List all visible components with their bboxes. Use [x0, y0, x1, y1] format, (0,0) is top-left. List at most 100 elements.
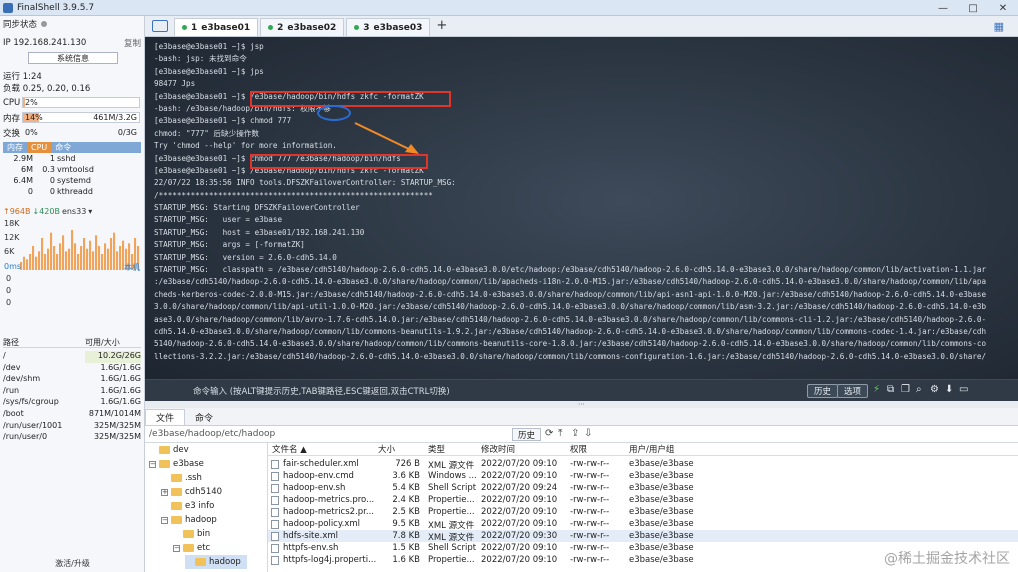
minimize-button[interactable]: —	[928, 0, 958, 16]
disk-usage: 871M/1014M	[88, 409, 141, 418]
copy-ip-link[interactable]: 复制	[124, 37, 141, 49]
maximize-button[interactable]: □	[958, 0, 988, 16]
tab-files[interactable]: 文件	[145, 409, 186, 425]
col-type[interactable]: 类型	[428, 443, 445, 455]
collapse-icon[interactable]: −	[173, 544, 180, 552]
latency-label: 0ms	[4, 262, 22, 271]
collapse-icon[interactable]: −	[161, 516, 168, 524]
file-row[interactable]: hadoop-policy.xml 9.5 KB XML 源文件 2022/07/20…	[268, 518, 1018, 531]
lightning-icon[interactable]: ⚡	[873, 384, 880, 395]
disk-row: /run/user/1001 325M/325M	[3, 421, 141, 433]
cmd-history-button[interactable]: 历史	[807, 384, 839, 398]
process-cpu: 0	[49, 176, 55, 185]
maximize-terminal-icon[interactable]: ▭	[959, 384, 968, 395]
terminal-line: ase3.0.0/share/hadoop/common/lib/avro-1.…	[154, 314, 987, 324]
process-row[interactable]: 2.9M 1 sshd	[3, 154, 141, 164]
tree-item-hadoop[interactable]: − hadoop	[161, 513, 217, 527]
col-size[interactable]: 大小	[378, 443, 395, 455]
search-icon[interactable]: ⌕	[916, 384, 922, 395]
net-chart-bar	[47, 248, 50, 270]
net-chart-bar	[98, 246, 101, 270]
col-permission[interactable]: 权限	[570, 443, 587, 455]
proc-col-cmd[interactable]: 命令	[51, 142, 75, 153]
col-mtime[interactable]: 修改时间	[481, 443, 515, 455]
tree-item-.ssh[interactable]: .ssh	[161, 471, 202, 485]
upload-icon[interactable]: ⇪	[571, 428, 579, 439]
tree-item-e3base[interactable]: − e3base	[149, 457, 204, 471]
download-file-icon[interactable]: ⇩	[584, 428, 592, 439]
file-name: hadoop-env.sh	[283, 483, 346, 493]
new-tab-icon[interactable]: +	[436, 18, 447, 33]
file-row[interactable]: hadoop-env.cmd 3.6 KB Windows ... 2022/07/2…	[268, 470, 1018, 482]
refresh-icon[interactable]: ⟳	[545, 428, 553, 439]
paste-icon[interactable]: ❐	[901, 384, 910, 395]
gear-icon[interactable]: ⚙	[930, 384, 939, 395]
file-permission: -rw-rw-r--	[570, 495, 610, 505]
net-chart-bar	[65, 251, 68, 270]
file-row[interactable]: hadoop-metrics2.pr... 2.5 KB Propertie... 2…	[268, 506, 1018, 518]
tree-item-etc[interactable]: − etc	[173, 541, 210, 555]
tree-item-cdh5140[interactable]: + cdh5140	[161, 485, 222, 499]
highlight-box-format-command	[250, 91, 451, 107]
file-row[interactable]: hadoop-env.sh 5.4 KB Shell Script 2022/07/2…	[268, 482, 1018, 494]
path-history-button[interactable]: 历史	[512, 428, 542, 441]
net-chart-bar	[62, 235, 65, 270]
window-title: FinalShell 3.9.5.7	[17, 2, 95, 13]
collapse-icon[interactable]: −	[149, 460, 156, 468]
command-input-bar[interactable]: 命令输入 (按ALT键提示历史,TAB键路径,ESC键返回,双击CTRL切换) …	[145, 379, 1018, 401]
process-row[interactable]: 6M 0.3 vmtoolsd	[3, 165, 141, 175]
net-interface-dropdown-icon[interactable]: ▾	[88, 207, 92, 216]
current-path[interactable]: /e3base/hadoop/etc/hadoop	[149, 429, 275, 439]
grid-view-icon[interactable]: ▦	[994, 20, 1004, 33]
cpu-label: CPU	[3, 98, 21, 108]
col-owner[interactable]: 用户/用户组	[629, 443, 674, 455]
download-icon[interactable]: ⬇	[945, 384, 953, 395]
tree-item-hadoop[interactable]: hadoop	[185, 555, 247, 569]
file-owner: e3base/e3base	[629, 495, 694, 505]
folder-icon[interactable]	[152, 20, 168, 32]
terminal-line: -bash: jsp: 未找到命令	[154, 54, 247, 64]
file-row[interactable]: hadoop-metrics.pro... 2.4 KB Propertie... 2…	[268, 494, 1018, 506]
process-mem: 6M	[21, 165, 33, 174]
disk-row: /run/user/0 325M/325M	[3, 432, 141, 444]
tab-commands[interactable]: 命令	[185, 409, 223, 425]
title-bar: FinalShell 3.9.5.7 — □ ✕	[0, 0, 1018, 16]
command-input-hint[interactable]: 命令输入 (按ALT键提示历史,TAB键路径,ESC键返回,双击CTRL切换)	[193, 385, 450, 397]
tree-item-e3 info[interactable]: e3 info	[161, 499, 214, 513]
parent-dir-icon[interactable]: ⤒	[558, 428, 562, 439]
copy-icon[interactable]: ⧉	[887, 384, 894, 395]
net-chart-label-18k: 18K	[4, 219, 20, 228]
file-icon	[271, 484, 279, 493]
system-info-button[interactable]: 系统信息	[28, 52, 118, 64]
sidebar-monitor: 同步状态 IP 192.168.241.130 复制 系统信息 运行 1:24 …	[0, 16, 145, 572]
tab-e3base01[interactable]: 1 e3base01	[174, 18, 259, 36]
close-button[interactable]: ✕	[988, 0, 1018, 16]
tree-item-bin[interactable]: bin	[173, 527, 210, 541]
folder-icon	[171, 474, 182, 482]
disk-row: /boot 871M/1014M	[3, 409, 141, 421]
process-row[interactable]: 6.4M 0 systemd	[3, 176, 141, 186]
tree-item-dev[interactable]: dev	[149, 443, 189, 457]
folder-icon	[183, 530, 194, 538]
file-mtime: 2022/07/20 09:10	[481, 543, 558, 553]
file-row[interactable]: fair-scheduler.xml 726 B XML 源文件 2022/07/20…	[268, 458, 1018, 471]
file-type: Propertie...	[428, 555, 475, 565]
proc-col-mem[interactable]: 内存	[3, 142, 27, 153]
col-filename[interactable]: 文件名 ▲	[272, 443, 307, 455]
file-mtime: 2022/07/20 09:10	[481, 555, 558, 565]
file-size: 3.6 KB	[392, 471, 420, 481]
latency-host[interactable]: 本机	[124, 262, 140, 273]
cmd-options-button[interactable]: 选项	[837, 384, 869, 398]
panel-splitter[interactable]: ⋯	[145, 401, 1018, 408]
proc-col-cpu[interactable]: CPU	[27, 142, 52, 153]
file-row[interactable]: hdfs-site.xml 7.8 KB XML 源文件 2022/07/20 09:…	[268, 530, 1018, 543]
activate-upgrade-link[interactable]: 激活/升级	[0, 558, 145, 569]
terminal[interactable]: [e3base@e3base01 ~]$ jsp -bash: jsp: 未找到命…	[145, 37, 1018, 401]
net-interface[interactable]: ens33	[62, 207, 86, 216]
expand-icon[interactable]: +	[161, 488, 168, 496]
tab-e3base02[interactable]: 2 e3base02	[260, 18, 345, 36]
tab-e3base03[interactable]: 3 e3base03	[346, 18, 431, 36]
process-row[interactable]: 0 0 kthreadd	[3, 187, 141, 197]
net-chart-bar	[38, 251, 41, 270]
swap-usage-value: 0%	[25, 128, 38, 137]
